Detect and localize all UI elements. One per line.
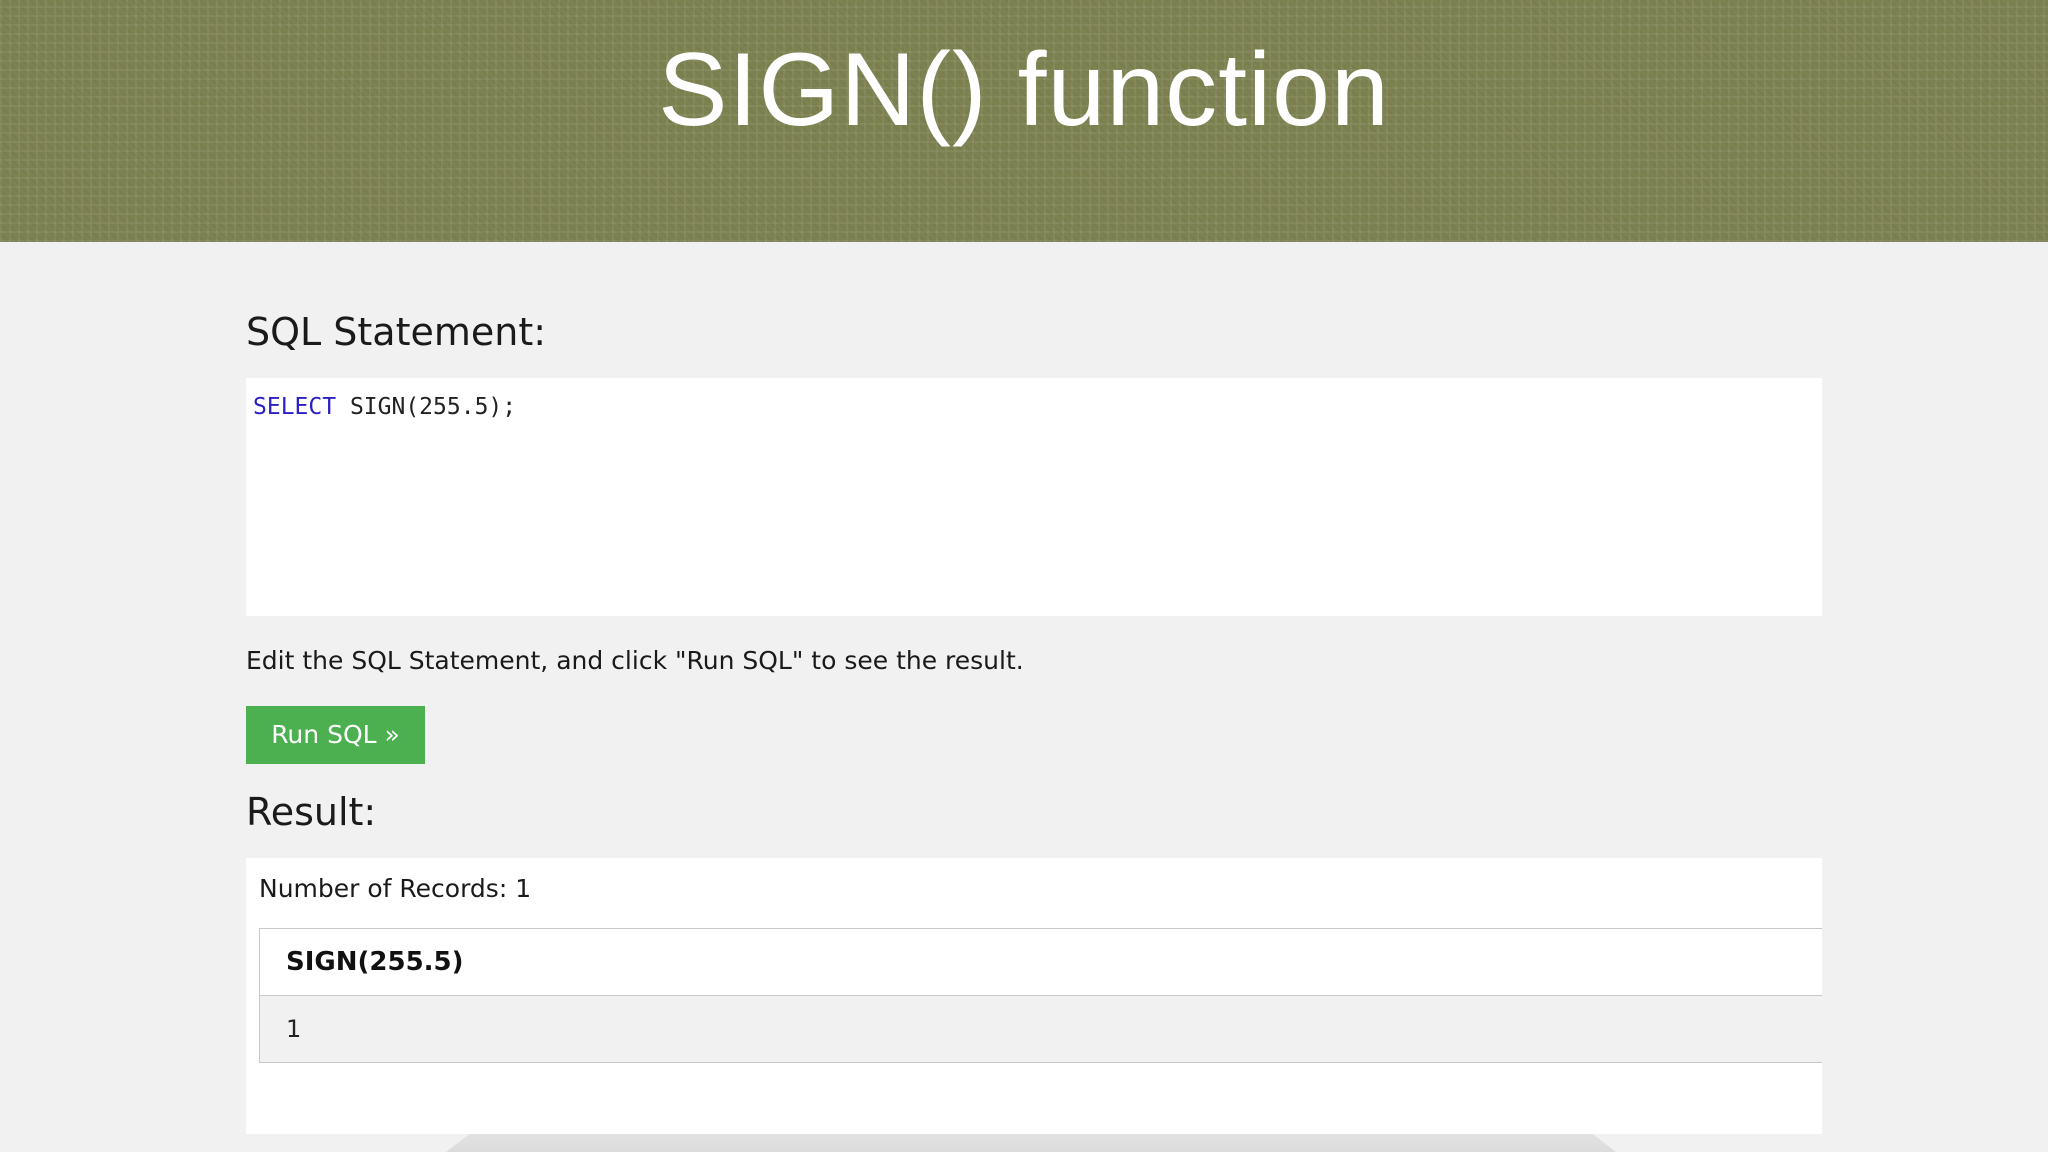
run-sql-button[interactable]: Run SQL » [246, 706, 425, 764]
column-header: SIGN(255.5) [259, 928, 1822, 996]
sql-keyword: SELECT [253, 394, 337, 420]
table-row: 1 [259, 995, 1822, 1063]
sql-editor[interactable]: SELECT SIGN(255.5); [246, 378, 1822, 616]
sql-statement-heading: SQL Statement: [246, 310, 547, 354]
page-title: SIGN() function [658, 32, 1390, 148]
table-cell: 1 [259, 995, 1822, 1063]
sql-code-rest: SIGN(255.5); [336, 394, 517, 420]
title-banner: SIGN() function [0, 0, 2048, 242]
result-heading: Result: [246, 790, 377, 834]
result-table: SIGN(255.5) 1 [259, 928, 1822, 1063]
bottom-decoration [446, 1134, 1616, 1152]
result-panel: Number of Records: 1 SIGN(255.5) 1 [246, 858, 1822, 1134]
record-count: Number of Records: 1 [259, 874, 532, 903]
sql-code[interactable]: SELECT SIGN(255.5); [253, 392, 516, 422]
instruction-text: Edit the SQL Statement, and click "Run S… [246, 646, 1024, 675]
table-header-row: SIGN(255.5) [259, 928, 1822, 996]
